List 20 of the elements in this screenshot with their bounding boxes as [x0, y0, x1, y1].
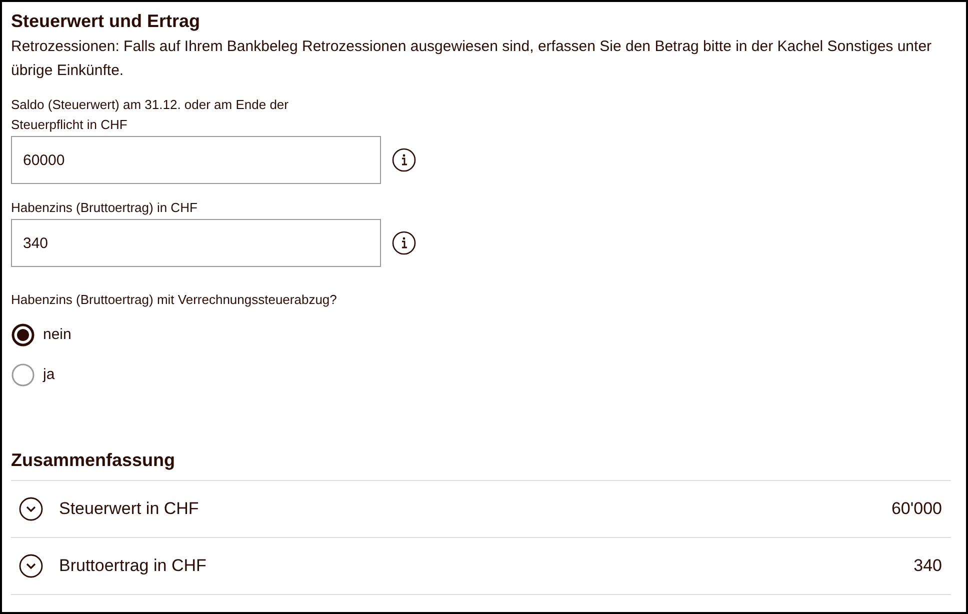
input-field[interactable]: 60000: [11, 136, 381, 184]
info-icon[interactable]: [392, 231, 416, 255]
question-label: Habenzins (Bruttoertrag) mit Verrechnungssteuerabzug?: [11, 291, 338, 309]
chevron-icon[interactable]: [19, 554, 43, 578]
input-field[interactable]: 340: [11, 219, 381, 267]
radio-label[interactable]: ja: [43, 364, 55, 386]
info-paragraph: Retrozessionen: Falls auf Ihrem Bankbeleg Retrozessionen ausgewiesen sind, erfassen Sie den Betrag bitte in der Kachel Sonstiges unter übrige Einkünfte.: [11, 37, 933, 81]
summary-title: Zusammenfassung: [11, 449, 176, 472]
summary-label: Bruttoertrag in CHF: [59, 555, 208, 578]
section-title: Steuerwert und Ertrag: [11, 10, 202, 33]
summary-value: 340: [914, 555, 942, 578]
field-label: Habenzins (Bruttoertrag) in CHF: [11, 199, 198, 217]
chevron-icon[interactable]: [19, 497, 43, 521]
radio-button[interactable]: [11, 323, 35, 347]
radio-label[interactable]: nein: [43, 324, 72, 346]
info-icon[interactable]: [392, 148, 416, 172]
summary-label: Steuerwert in CHF: [59, 498, 200, 520]
radio-button[interactable]: [11, 363, 35, 387]
summary-value: 60'000: [891, 498, 942, 520]
field-label: Saldo (Steuerwert) am 31.12. oder am Ende der Steuerpflicht in CHF: [11, 96, 290, 134]
